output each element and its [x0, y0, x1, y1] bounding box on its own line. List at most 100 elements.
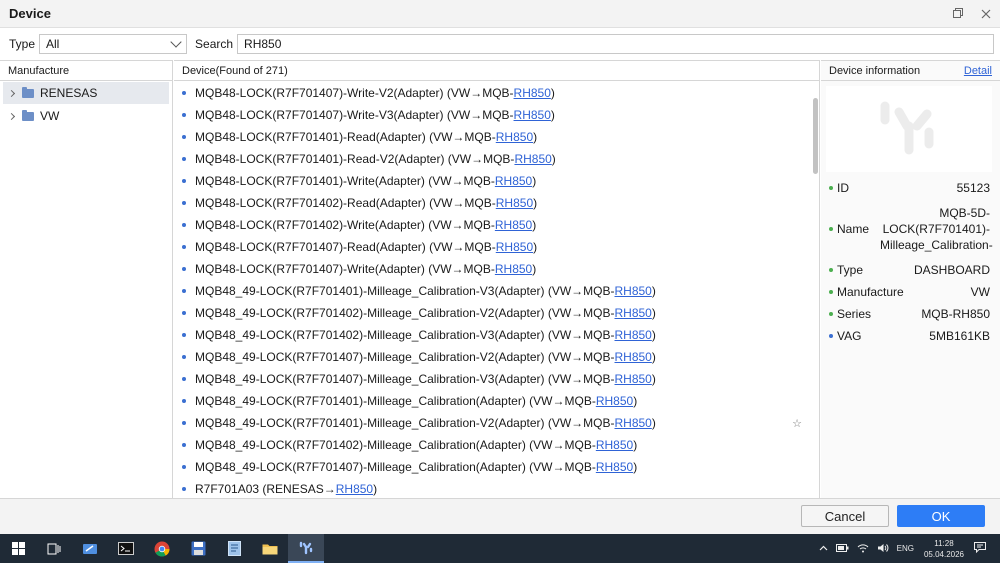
- device-name-suffix: ): [633, 438, 638, 452]
- type-select[interactable]: All: [39, 34, 188, 54]
- device-list-item[interactable]: MQB48-LOCK(R7F701407)-Write-V3(Adapter) …: [174, 104, 810, 126]
- volume-icon[interactable]: [877, 543, 889, 555]
- device-list-item[interactable]: R7F701A03 (RENESAS→ RH850): [174, 478, 810, 499]
- chevron-right-icon[interactable]: [7, 112, 16, 120]
- bullet-icon: [182, 201, 186, 205]
- device-list-item[interactable]: MQB48-LOCK(R7F701402)-Write(Adapter) (VW…: [174, 214, 810, 236]
- chevron-right-icon[interactable]: [7, 89, 16, 97]
- wifi-icon[interactable]: [857, 543, 869, 555]
- device-name: MQB48-LOCK(R7F701401)-Write(Adapter) (VW…: [195, 174, 495, 188]
- device-list-item[interactable]: MQB48-LOCK(R7F701407)-Write(Adapter) (VW…: [174, 258, 810, 280]
- file-explorer-icon[interactable]: [252, 534, 288, 563]
- device-name: MQB48_49-LOCK(R7F701407)-Milleage_Calibr…: [195, 460, 596, 474]
- series-link[interactable]: RH850: [514, 152, 551, 166]
- device-name-suffix: ): [651, 284, 656, 298]
- device-name-suffix: ): [651, 372, 656, 386]
- series-link[interactable]: RH850: [495, 262, 532, 276]
- detail-link[interactable]: Detail: [964, 65, 992, 77]
- type-select-value: All: [46, 37, 60, 51]
- device-name-suffix: ): [533, 130, 538, 144]
- tree-item-renesas[interactable]: RENESAS: [3, 82, 169, 104]
- close-icon[interactable]: [972, 0, 1000, 28]
- device-list-item[interactable]: MQB48-LOCK(R7F701407)-Write-V2(Adapter) …: [174, 82, 810, 104]
- bullet-icon: [182, 223, 186, 227]
- notification-icon[interactable]: [974, 542, 986, 555]
- info-row-vag: VAG 5MB161KB: [821, 325, 1000, 347]
- series-link[interactable]: RH850: [495, 174, 532, 188]
- device-name-suffix: ): [533, 240, 538, 254]
- series-link[interactable]: RH850: [496, 240, 533, 254]
- device-name-suffix: ): [533, 196, 538, 210]
- taskbar: ENG 11:28 05.04.2026: [0, 534, 1000, 563]
- device-name: MQB48-LOCK(R7F701401)-Read(Adapter) (VW→…: [195, 130, 496, 144]
- chevron-up-icon[interactable]: [819, 544, 828, 553]
- series-link[interactable]: RH850: [615, 284, 652, 298]
- series-link[interactable]: RH850: [615, 416, 652, 430]
- app-logo-icon: [880, 101, 934, 155]
- terminal-icon[interactable]: [108, 534, 144, 563]
- device-list-item[interactable]: MQB48-LOCK(R7F701401)-Read-V2(Adapter) (…: [174, 148, 810, 170]
- language-indicator[interactable]: ENG: [897, 544, 914, 553]
- device-name-suffix: ): [550, 108, 555, 122]
- series-link[interactable]: RH850: [615, 328, 652, 342]
- windows-start-icon[interactable]: [0, 534, 36, 563]
- restore-icon[interactable]: [944, 0, 972, 28]
- bullet-icon: [182, 289, 186, 293]
- device-list-item[interactable]: MQB48-LOCK(R7F701407)-Read(Adapter) (VW→…: [174, 236, 810, 258]
- series-link[interactable]: RH850: [596, 394, 633, 408]
- device-list-item[interactable]: MQB48_49-LOCK(R7F701401)-Milleage_Calibr…: [174, 280, 810, 302]
- tree-item-vw[interactable]: VW: [3, 105, 169, 127]
- device-list-item[interactable]: MQB48_49-LOCK(R7F701402)-Milleage_Calibr…: [174, 302, 810, 324]
- device-list-item[interactable]: MQB48_49-LOCK(R7F701402)-Milleage_Calibr…: [174, 434, 810, 456]
- device-name: MQB48_49-LOCK(R7F701401)-Milleage_Calibr…: [195, 416, 615, 430]
- series-link[interactable]: RH850: [596, 438, 633, 452]
- bullet-icon: [182, 179, 186, 183]
- series-link[interactable]: RH850: [514, 86, 551, 100]
- series-link[interactable]: RH850: [615, 350, 652, 364]
- device-image-placeholder: [826, 86, 992, 172]
- type-info-label: Type: [837, 263, 864, 277]
- bullet-icon: [182, 113, 186, 117]
- clock[interactable]: 11:28 05.04.2026: [924, 538, 964, 560]
- series-link[interactable]: RH850: [514, 108, 551, 122]
- series-link[interactable]: RH850: [336, 482, 373, 496]
- device-list-item[interactable]: MQB48_49-LOCK(R7F701407)-Milleage_Calibr…: [174, 346, 810, 368]
- device-name-suffix: ): [651, 306, 656, 320]
- bullet-icon: [182, 465, 186, 469]
- device-list: MQB48-LOCK(R7F701407)-Write-V2(Adapter) …: [174, 82, 810, 499]
- series-link[interactable]: RH850: [495, 218, 532, 232]
- device-list-item[interactable]: MQB48-LOCK(R7F701401)-Read(Adapter) (VW→…: [174, 126, 810, 148]
- series-link[interactable]: RH850: [615, 306, 652, 320]
- save-app-icon[interactable]: [180, 534, 216, 563]
- series-link[interactable]: RH850: [596, 460, 633, 474]
- device-list-item[interactable]: MQB48_49-LOCK(R7F701401)-Milleage_Calibr…: [174, 390, 810, 412]
- green-dot-icon: [829, 227, 833, 231]
- ok-button[interactable]: OK: [897, 505, 985, 527]
- series-link[interactable]: RH850: [496, 196, 533, 210]
- device-list-item[interactable]: MQB48_49-LOCK(R7F701407)-Milleage_Calibr…: [174, 456, 810, 478]
- document-app-icon[interactable]: [216, 534, 252, 563]
- device-list-item[interactable]: MQB48_49-LOCK(R7F701401)-Milleage_Calibr…: [174, 412, 810, 434]
- bullet-icon: [182, 443, 186, 447]
- series-link[interactable]: RH850: [496, 130, 533, 144]
- action-bar: Cancel OK: [0, 498, 1000, 534]
- chrome-icon[interactable]: [144, 534, 180, 563]
- device-list-scrollbar[interactable]: [813, 98, 818, 174]
- device-list-item[interactable]: MQB48-LOCK(R7F701401)-Write(Adapter) (VW…: [174, 170, 810, 192]
- cancel-button[interactable]: Cancel: [801, 505, 889, 527]
- device-list-item[interactable]: MQB48_49-LOCK(R7F701402)-Milleage_Calibr…: [174, 324, 810, 346]
- search-input[interactable]: [237, 34, 995, 54]
- device-list-item[interactable]: MQB48_49-LOCK(R7F701407)-Milleage_Calibr…: [174, 368, 810, 390]
- device-name: MQB48-LOCK(R7F701407)-Write-V2(Adapter) …: [195, 86, 514, 100]
- battery-icon[interactable]: [835, 543, 849, 554]
- device-name: MQB48_49-LOCK(R7F701401)-Milleage_Calibr…: [195, 394, 596, 408]
- device-app-icon[interactable]: [288, 534, 324, 563]
- series-link[interactable]: RH850: [615, 372, 652, 386]
- app-icon-blue-window[interactable]: [72, 534, 108, 563]
- info-row-name: Name MQB-5D-LOCK(R7F701401)-Milleage_Cal…: [821, 199, 1000, 259]
- favorite-star-icon[interactable]: ☆: [792, 417, 802, 430]
- folder-icon: [22, 86, 34, 98]
- search-label: Search: [195, 37, 234, 51]
- device-list-item[interactable]: MQB48-LOCK(R7F701402)-Read(Adapter) (VW→…: [174, 192, 810, 214]
- task-view-icon[interactable]: [36, 534, 72, 563]
